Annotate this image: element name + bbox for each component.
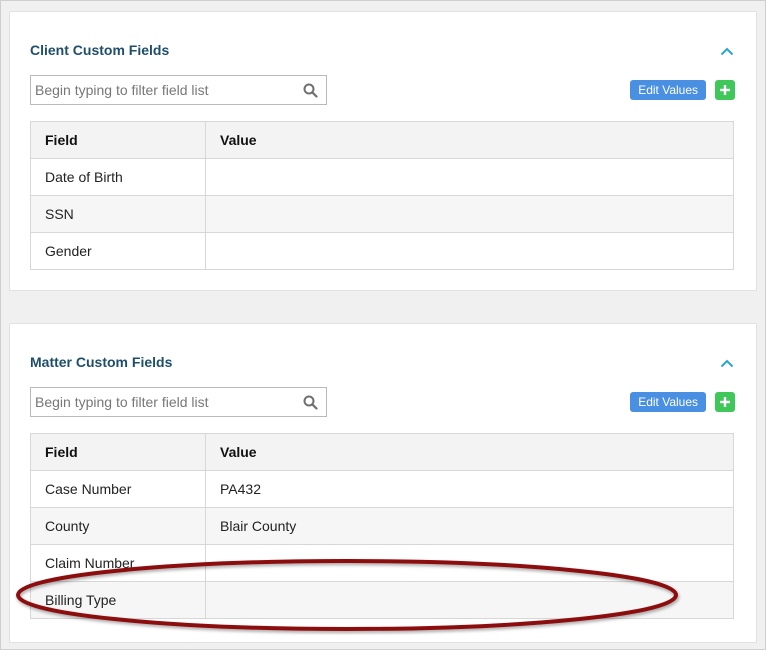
table-header-row: Field Value (30, 433, 734, 471)
field-name-cell: SSN (30, 195, 206, 233)
column-header-field: Field (30, 121, 206, 159)
table-row[interactable]: Claim Number (30, 544, 734, 582)
table-row[interactable]: Case Number PA432 (30, 470, 734, 508)
plus-icon (720, 397, 730, 407)
client-edit-values-button[interactable]: Edit Values (630, 80, 706, 100)
matter-collapse-button[interactable] (718, 354, 736, 372)
search-icon[interactable] (303, 395, 318, 410)
table-row[interactable]: Billing Type (30, 581, 734, 619)
table-row[interactable]: County Blair County (30, 507, 734, 545)
field-value-cell[interactable] (205, 232, 734, 270)
client-filter-field[interactable] (30, 75, 327, 105)
client-collapse-button[interactable] (718, 42, 736, 60)
field-value-cell[interactable]: PA432 (205, 470, 734, 508)
client-fields-table: Field Value Date of Birth SSN Gender (30, 121, 734, 270)
chevron-up-icon (720, 47, 734, 55)
field-name-cell: Gender (30, 232, 206, 270)
client-custom-fields-panel: Client Custom Fields Edit Values Field (9, 11, 757, 291)
matter-add-field-button[interactable] (715, 392, 735, 412)
field-value-cell[interactable] (205, 195, 734, 233)
table-row[interactable]: Gender (30, 232, 734, 270)
table-row[interactable]: Date of Birth (30, 158, 734, 196)
matter-edit-values-button[interactable]: Edit Values (630, 392, 706, 412)
page-background: Client Custom Fields Edit Values Field (0, 0, 766, 650)
field-value-cell[interactable] (205, 544, 734, 582)
chevron-up-icon (720, 359, 734, 367)
plus-icon (720, 85, 730, 95)
client-filter-input[interactable] (31, 76, 291, 104)
matter-custom-fields-panel: Matter Custom Fields Edit Values Field (9, 323, 757, 643)
field-name-cell: County (30, 507, 206, 545)
field-value-cell[interactable]: Blair County (205, 507, 734, 545)
field-name-cell: Case Number (30, 470, 206, 508)
client-add-field-button[interactable] (715, 80, 735, 100)
field-name-cell: Billing Type (30, 581, 206, 619)
field-value-cell[interactable] (205, 581, 734, 619)
field-name-cell: Claim Number (30, 544, 206, 582)
column-header-field: Field (30, 433, 206, 471)
table-header-row: Field Value (30, 121, 734, 159)
matter-panel-title: Matter Custom Fields (30, 354, 173, 370)
field-name-cell: Date of Birth (30, 158, 206, 196)
column-header-value: Value (205, 121, 734, 159)
client-panel-title: Client Custom Fields (30, 42, 170, 58)
field-value-cell[interactable] (205, 158, 734, 196)
search-icon[interactable] (303, 83, 318, 98)
column-header-value: Value (205, 433, 734, 471)
matter-filter-input[interactable] (31, 388, 291, 416)
matter-fields-table: Field Value Case Number PA432 County Bla… (30, 433, 734, 619)
matter-filter-field[interactable] (30, 387, 327, 417)
table-row[interactable]: SSN (30, 195, 734, 233)
